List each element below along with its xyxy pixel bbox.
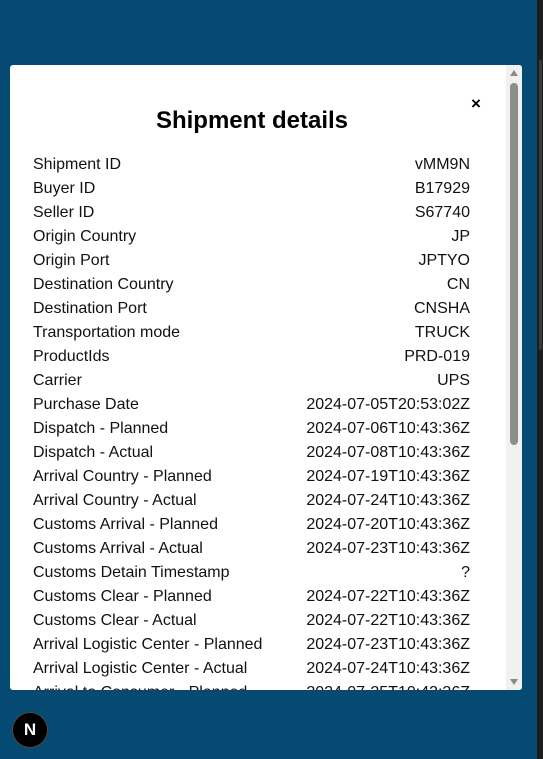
detail-label: Arrival Country - Planned (33, 468, 212, 485)
detail-label: Purchase Date (33, 396, 139, 413)
detail-value: 2024-07-05T20:53:02Z (306, 396, 470, 413)
detail-label: Destination Port (33, 300, 147, 317)
detail-label: Customs Arrival - Planned (33, 516, 218, 533)
detail-row: Customs Arrival - Planned 2024-07-20T10:4… (33, 513, 470, 537)
scroll-down-arrow-icon[interactable] (510, 679, 518, 685)
detail-row: Arrival to Consumer - Planned 2024-07-25T… (33, 681, 470, 690)
detail-row: ProductIds PRD-019 (33, 345, 470, 369)
detail-value: 2024-07-06T10:43:36Z (306, 420, 470, 437)
detail-value: 2024-07-23T10:43:36Z (306, 636, 470, 653)
detail-label: Destination Country (33, 276, 174, 293)
detail-row: Destination Country CN (33, 273, 470, 297)
detail-row: Arrival Logistic Center - Planned 2024-07… (33, 633, 470, 657)
detail-row: Carrier UPS (33, 369, 470, 393)
detail-row: Buyer ID B17929 (33, 177, 470, 201)
details-list: Shipment ID vMM9N Buyer ID B17929 Seller ID S… (33, 153, 470, 690)
detail-label: Dispatch - Actual (33, 444, 154, 461)
detail-value: JPTYO (418, 252, 470, 269)
detail-label: Seller ID (33, 204, 95, 221)
modal-scrollbar[interactable] (506, 65, 522, 690)
detail-label: Origin Country (33, 228, 137, 245)
detail-value: 2024-07-25T10:43:36Z (306, 684, 470, 690)
detail-value: JP (451, 228, 470, 245)
detail-label: Transportation mode (33, 324, 181, 341)
detail-value: UPS (437, 372, 470, 389)
detail-label: Origin Port (33, 252, 110, 269)
detail-row: Customs Arrival - Actual 2024-07-23T10:43… (33, 537, 470, 561)
detail-value: 2024-07-22T10:43:36Z (306, 612, 470, 629)
detail-row: Transportation mode TRUCK (33, 321, 470, 345)
detail-row: Shipment ID vMM9N (33, 153, 470, 177)
page-scrollbar-thumb[interactable] (539, 60, 542, 350)
detail-row: Origin Country JP (33, 225, 470, 249)
detail-label: Arrival to Consumer - Planned (33, 684, 247, 690)
detail-value: vMM9N (414, 156, 470, 173)
detail-value: B17929 (414, 180, 470, 197)
detail-row: Seller ID S67740 (33, 201, 470, 225)
detail-label: Arrival Logistic Center - Planned (33, 636, 263, 653)
detail-row: Customs Clear - Actual 2024-07-22T10:43:3… (33, 609, 470, 633)
detail-value: 2024-07-20T10:43:36Z (306, 516, 470, 533)
detail-row: Customs Clear - Planned 2024-07-22T10:43:… (33, 585, 470, 609)
detail-value: 2024-07-19T10:43:36Z (306, 468, 470, 485)
detail-value: 2024-07-24T10:43:36Z (306, 660, 470, 677)
detail-value: 2024-07-24T10:43:36Z (306, 492, 470, 509)
detail-value: 2024-07-22T10:43:36Z (306, 588, 470, 605)
detail-row: Customs Detain Timestamp? (33, 561, 470, 585)
modal-title: Shipment details (155, 107, 349, 134)
detail-label: Customs Clear - Planned (33, 588, 212, 605)
detail-label: Arrival Country - Actual (33, 492, 197, 509)
detail-row: Arrival Logistic Center - Actual 2024-07-… (33, 657, 470, 681)
shipment-details-modal: × Shipment details Shipment ID vMM9N Buyer… (10, 65, 522, 690)
detail-value: 2024-07-08T10:43:36Z (306, 444, 470, 461)
detail-label: ProductIds (33, 348, 110, 365)
detail-row: Dispatch - Planned 2024-07-06T10:43:36Z (33, 417, 470, 441)
nextjs-logo-icon[interactable]: N (12, 712, 48, 748)
detail-value: TRUCK (414, 324, 470, 341)
detail-row: Purchase Date 2024-07-05T20:53:02Z (33, 393, 470, 417)
modal-content: × Shipment details Shipment ID vMM9N Buyer… (10, 65, 506, 690)
detail-label: Carrier (33, 372, 82, 389)
detail-label: Dispatch - Planned (33, 420, 169, 437)
detail-value: CN (446, 276, 470, 293)
detail-row: Dispatch - Actual 2024-07-08T10:43:36Z (33, 441, 470, 465)
detail-value: PRD-019 (404, 348, 470, 365)
scrollbar-thumb[interactable] (510, 83, 518, 445)
detail-value: ? (461, 564, 470, 581)
detail-label: Buyer ID (33, 180, 96, 197)
detail-row: Destination Port CNSHA (33, 297, 470, 321)
detail-row: Origin Port JPTYO (33, 249, 470, 273)
detail-label: Customs Detain Timestamp (33, 564, 230, 581)
detail-label: Shipment ID (33, 156, 122, 173)
detail-label: Arrival Logistic Center - Actual (33, 660, 248, 677)
detail-value: 2024-07-23T10:43:36Z (306, 540, 470, 557)
detail-row: Arrival Country - Actual 2024-07-24T10:43… (33, 489, 470, 513)
detail-row: Arrival Country - Planned 2024-07-19T10:4… (33, 465, 470, 489)
detail-value: CNSHA (413, 300, 470, 317)
detail-label: Customs Arrival - Actual (33, 540, 203, 557)
scroll-up-arrow-icon[interactable] (510, 70, 518, 76)
detail-label: Customs Clear - Actual (33, 612, 197, 629)
detail-value: S67740 (414, 204, 470, 221)
